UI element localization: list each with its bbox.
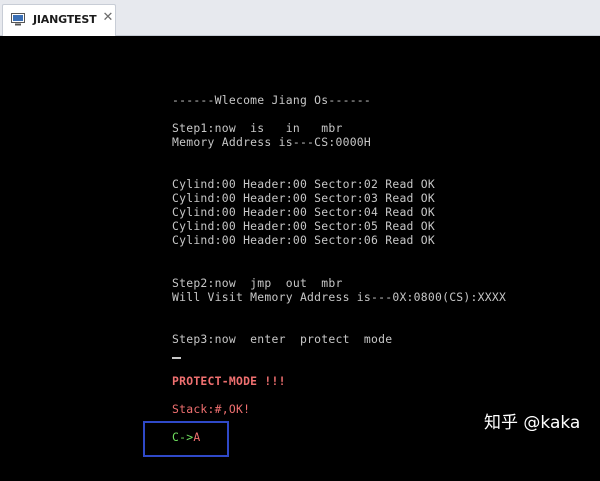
welcome-line: ------Wlecome Jiang Os------ — [172, 93, 372, 107]
step1-line: Step1:now is in mbr — [172, 121, 343, 135]
step3-line: Step3:now enter protect mode — [172, 332, 393, 346]
stack-line: Stack:#,OK! — [172, 402, 251, 416]
visit-address-line: Will Visit Memory Address is---0X:0800(C… — [172, 290, 507, 304]
sector-read-line: Cylind:00 Header:00 Sector:03 Read OK — [172, 191, 435, 205]
tab-jiangtest[interactable]: JIANGTEST ✕ — [2, 4, 116, 36]
sector-read-line: Cylind:00 Header:00 Sector:04 Read OK — [172, 205, 435, 219]
protect-mode-line: PROTECT-MODE !!! — [172, 374, 286, 388]
highlight-box — [143, 421, 229, 457]
close-icon[interactable]: ✕ — [101, 11, 115, 25]
tab-bar: JIANGTEST ✕ — [0, 0, 600, 36]
sector-read-line: Cylind:00 Header:00 Sector:05 Read OK — [172, 219, 435, 233]
step2-line: Step2:now jmp out mbr — [172, 276, 343, 290]
text-cursor — [172, 357, 181, 359]
watermark: 知乎 @kaka — [484, 413, 581, 433]
memory-address-line: Memory Address is---CS:0000H — [172, 135, 372, 149]
vm-icon — [11, 13, 25, 26]
sector-read-line: Cylind:00 Header:00 Sector:06 Read OK — [172, 233, 435, 247]
sector-read-line: Cylind:00 Header:00 Sector:02 Read OK — [172, 177, 435, 191]
tab-title: JIANGTEST — [33, 13, 97, 26]
